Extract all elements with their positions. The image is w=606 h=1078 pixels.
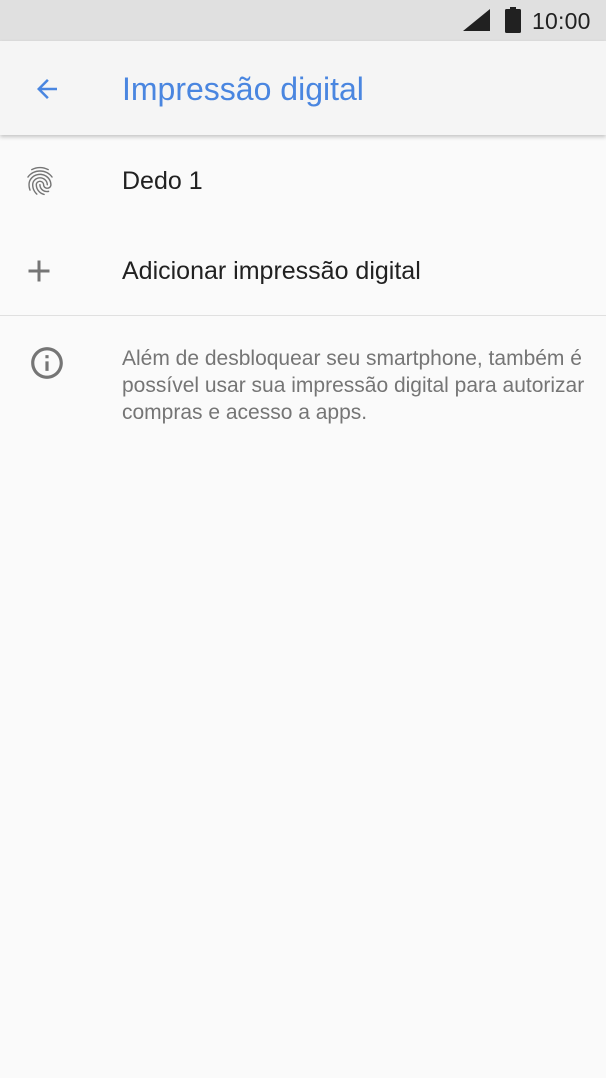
list-item-label: Dedo 1 xyxy=(122,167,203,195)
battery-icon xyxy=(505,7,521,33)
status-clock: 10:00 xyxy=(532,8,591,34)
info-text: Além de desbloquear seu smartphone, tamb… xyxy=(122,347,585,424)
arrow-back-icon xyxy=(37,79,57,99)
back-button[interactable] xyxy=(22,64,72,114)
info-icon xyxy=(31,347,63,379)
plus-icon xyxy=(21,253,57,289)
fingerprint-icon xyxy=(22,163,58,199)
info-section: Além de desbloquear seu smartphone, tamb… xyxy=(0,316,606,446)
status-bar: 10:00 xyxy=(0,0,606,41)
list-item-fingerprint-dedo-1[interactable]: Dedo 1 xyxy=(0,136,606,226)
page-title: Impressão digital xyxy=(122,71,364,107)
signal-icon xyxy=(463,9,490,31)
app-bar: Impressão digital xyxy=(0,41,606,135)
list-item-add-fingerprint[interactable]: Adicionar impressão digital xyxy=(0,226,606,316)
list-item-label: Adicionar impressão digital xyxy=(122,257,421,285)
